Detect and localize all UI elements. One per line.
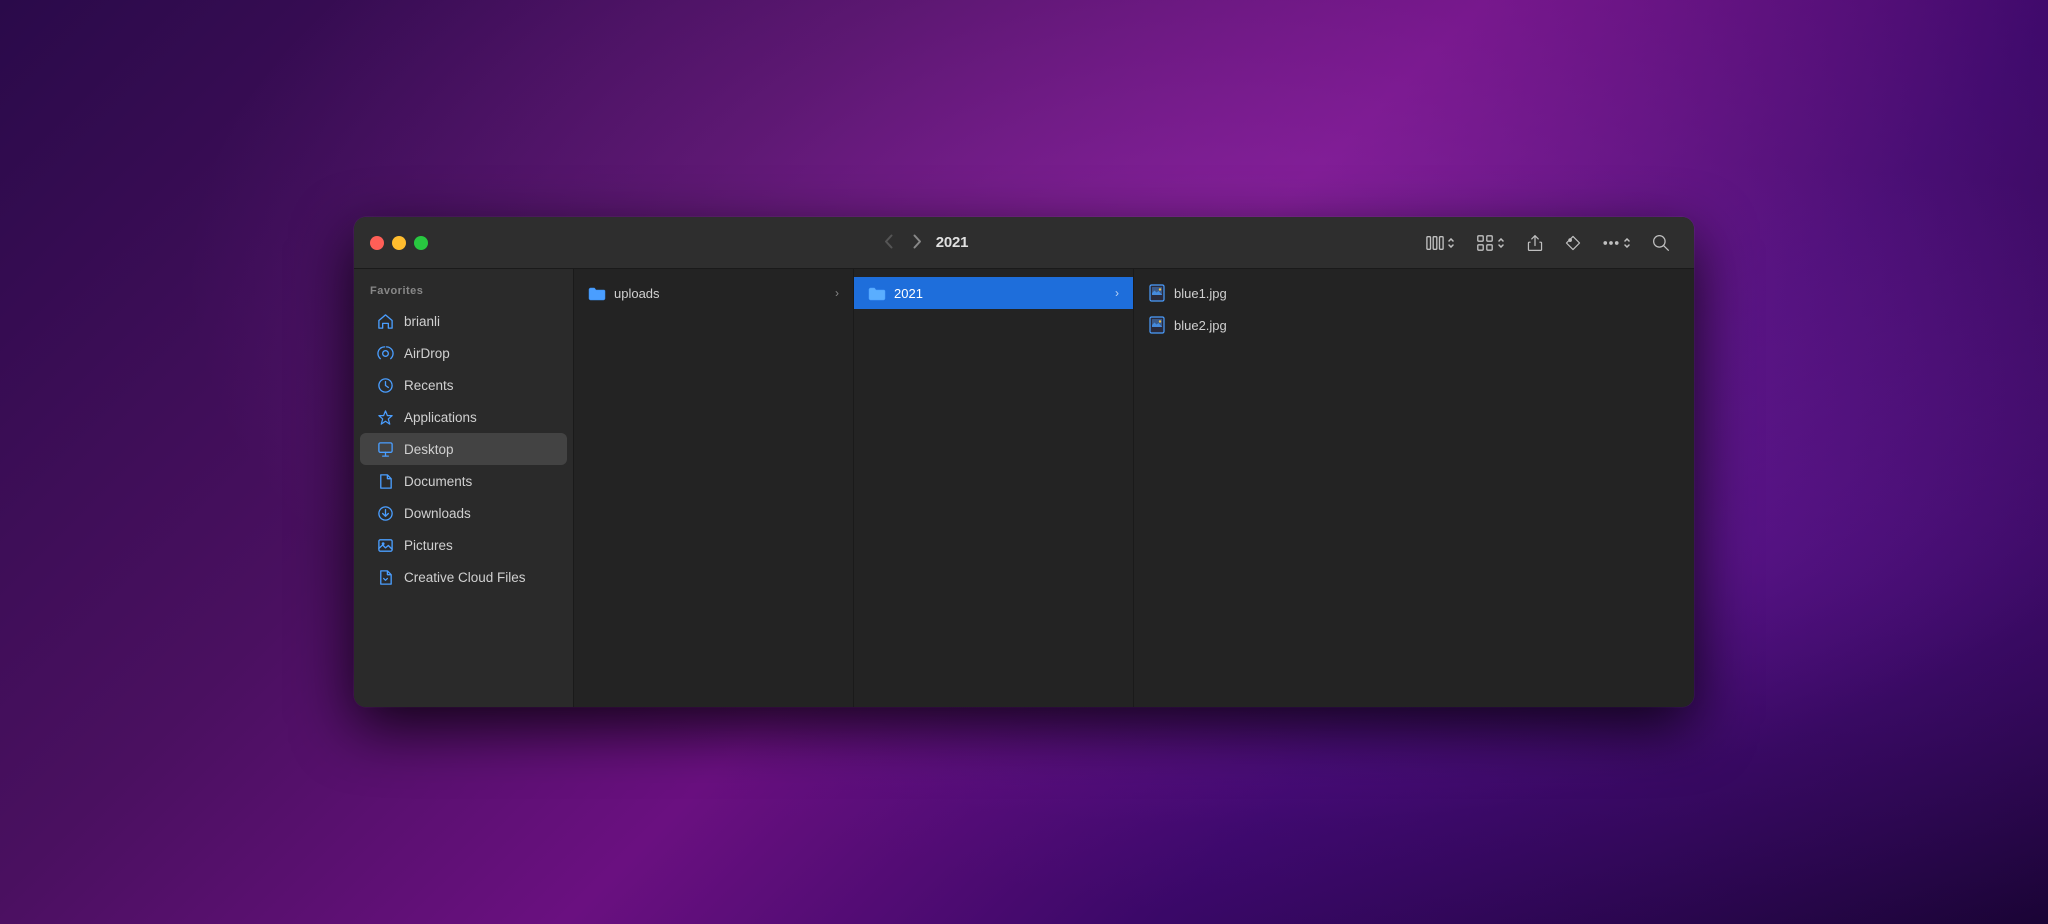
image-file-icon-2 [1148,316,1166,334]
sidebar-item-label-pictures: Pictures [404,538,453,553]
sidebar-item-documents[interactable]: Documents [360,465,567,497]
minimize-button[interactable] [392,236,406,250]
file-column-3: blue1.jpg blue2.jpg [1134,269,1694,707]
sidebar-item-brianli[interactable]: brianli [360,305,567,337]
view-grid-button[interactable] [1468,228,1514,258]
sidebar-item-airdrop[interactable]: AirDrop [360,337,567,369]
sidebar-item-label-creative-cloud: Creative Cloud Files [404,570,526,585]
file-item-blue2[interactable]: blue2.jpg [1134,309,1694,341]
file-columns: uploads › 2021 › [574,269,1694,707]
image-file-icon [1148,284,1166,302]
folder-icon-selected [868,284,886,302]
title-bar-center: 2021 [428,230,1418,256]
sidebar-item-downloads[interactable]: Downloads [360,497,567,529]
sidebar-section-favorites: Favorites [354,281,573,305]
airdrop-icon [376,344,394,362]
sidebar-item-desktop[interactable]: Desktop [360,433,567,465]
sidebar-item-creative-cloud[interactable]: Creative Cloud Files [360,561,567,593]
file-column-2: 2021 › [854,269,1134,707]
documents-icon [376,472,394,490]
maximize-button[interactable] [414,236,428,250]
sidebar-item-label-airdrop: AirDrop [404,346,450,361]
sidebar-item-label-applications: Applications [404,410,477,425]
file-item-uploads[interactable]: uploads › [574,277,853,309]
finder-window: 2021 [354,217,1694,707]
sidebar-item-pictures[interactable]: Pictures [360,529,567,561]
chevron-right-icon-2: › [1115,286,1119,300]
file-item-name-uploads: uploads [614,286,827,301]
sidebar-item-label-desktop: Desktop [404,442,454,457]
back-button[interactable] [878,230,899,256]
main-content: Favorites brianli [354,269,1694,707]
file-item-blue1[interactable]: blue1.jpg [1134,277,1694,309]
file-item-2021[interactable]: 2021 › [854,277,1133,309]
sidebar-item-label-downloads: Downloads [404,506,471,521]
tag-button[interactable] [1556,228,1590,258]
file-item-name-blue1: blue1.jpg [1174,286,1680,301]
sidebar-item-recents[interactable]: Recents [360,369,567,401]
share-button[interactable] [1518,228,1552,258]
sidebar-item-applications[interactable]: Applications [360,401,567,433]
sidebar-item-label-recents: Recents [404,378,454,393]
creative-cloud-icon [376,568,394,586]
forward-button[interactable] [907,230,928,256]
view-columns-button[interactable] [1418,228,1464,258]
home-icon [376,312,394,330]
toolbar-right [1418,228,1678,258]
search-button[interactable] [1644,228,1678,258]
downloads-icon [376,504,394,522]
more-button[interactable] [1594,228,1640,258]
close-button[interactable] [370,236,384,250]
folder-icon [588,284,606,302]
applications-icon [376,408,394,426]
desktop-icon [376,440,394,458]
file-item-name-blue2: blue2.jpg [1174,318,1680,333]
window-title: 2021 [936,234,969,251]
title-bar: 2021 [354,217,1694,269]
chevron-right-icon: › [835,286,839,300]
pictures-icon [376,536,394,554]
file-item-name-2021: 2021 [894,286,1107,301]
sidebar-item-label-documents: Documents [404,474,472,489]
traffic-lights [370,236,428,250]
recents-icon [376,376,394,394]
sidebar: Favorites brianli [354,269,574,707]
file-column-1: uploads › [574,269,854,707]
sidebar-item-label-brianli: brianli [404,314,440,329]
